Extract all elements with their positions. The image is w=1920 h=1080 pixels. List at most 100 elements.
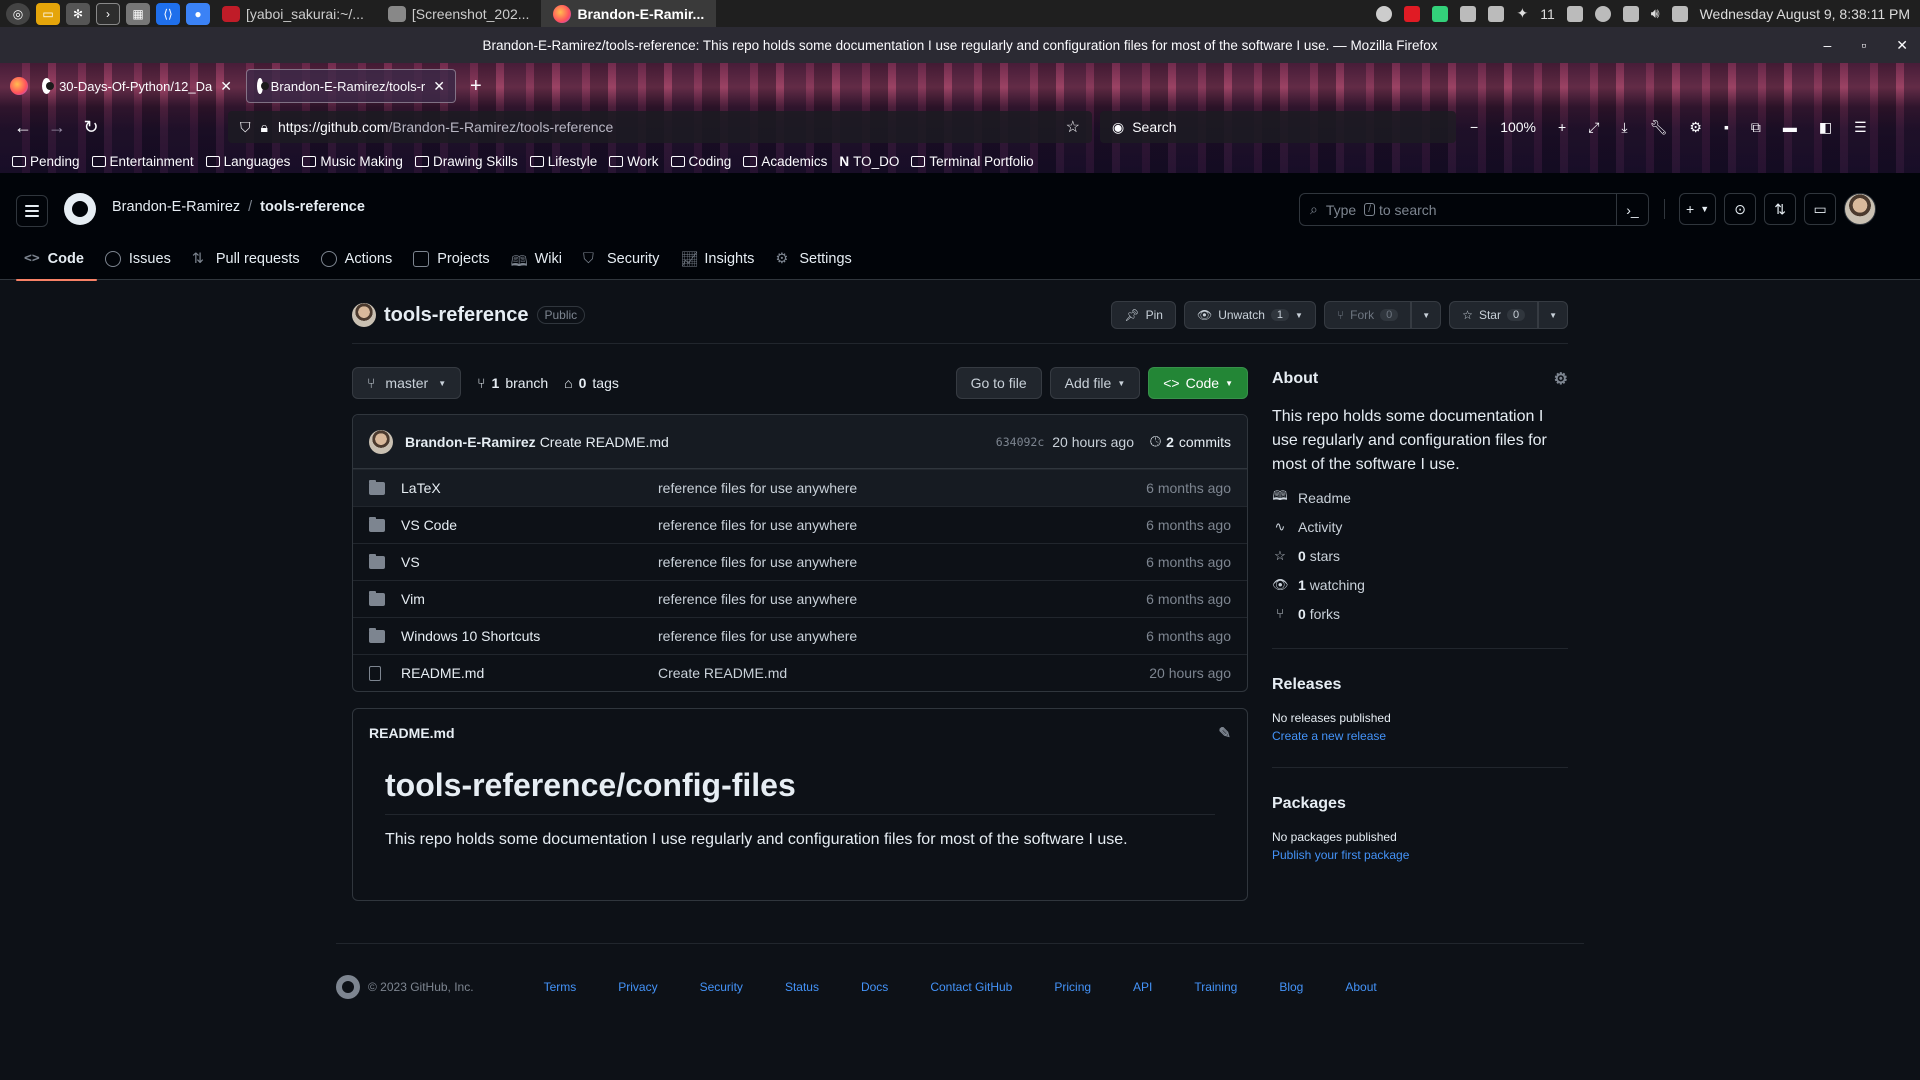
watching-link[interactable]: 👁︎ 1 watching [1272,574,1568,595]
github-logo-icon[interactable] [64,193,96,225]
file-commit-message[interactable]: reference files for use anywhere [658,628,857,644]
file-name[interactable]: Vim [401,591,658,607]
user-icon[interactable] [1594,5,1611,22]
bookmark-folder[interactable]: Terminal Portfolio [911,154,1034,169]
file-row[interactable]: VS Code reference files for use anywhere… [353,506,1247,543]
clipboard-icon[interactable] [1488,5,1505,22]
close-window-icon[interactable]: ✕ [1896,37,1908,54]
bookmark-link[interactable]: N TO_DO [839,154,899,169]
code-button[interactable]: <> Code ▼ [1148,367,1248,399]
bookmark-folder[interactable]: Drawing Skills [414,154,518,169]
bookmark-folder[interactable]: Lifestyle [529,154,597,169]
translate-icon[interactable]: ◧ [1819,119,1832,136]
file-row[interactable]: README.md Create README.md 20 hours ago [353,654,1247,691]
releases-heading[interactable]: Releases [1272,673,1568,697]
calculator-icon[interactable]: ▦ [126,2,150,25]
fullscreen-icon[interactable]: ⤢ [1588,119,1599,136]
wrench-icon[interactable]: 🔧︎ [1650,119,1668,136]
github-search-input[interactable]: ⌕ Type / to search ›_ [1299,193,1649,226]
unwatch-button[interactable]: 👁︎ Unwatch 1 ▼ [1183,301,1316,329]
file-row[interactable]: Vim reference files for use anywhere 6 m… [353,580,1247,617]
fork-dropdown-button[interactable]: ▼ [1411,301,1442,329]
lock-icon[interactable]: 🔒︎ [261,119,268,136]
repo-title[interactable]: tools-reference [384,304,529,327]
tab-wiki[interactable]: 🕮 Wiki [503,237,575,280]
file-row[interactable]: LaTeX reference files for use anywhere 6… [353,469,1247,506]
activity-link[interactable]: ∿ Activity [1272,516,1568,537]
star-button[interactable]: ☆ Star 0 [1449,301,1539,329]
vscode-icon[interactable]: ⟨⟩ [156,2,180,25]
forward-icon[interactable]: → [40,117,74,138]
close-tab-icon[interactable]: ✕ [433,78,445,95]
file-row[interactable]: VS reference files for use anywhere 6 mo… [353,543,1247,580]
messenger-icon[interactable]: ● [186,2,210,25]
commit-message[interactable]: Create README.md [540,434,669,450]
footer-link[interactable]: Blog [1279,980,1303,994]
issues-button[interactable]: ⊙ [1724,193,1757,225]
app-menu-icon[interactable]: ☰ [1854,119,1867,136]
bookmark-folder[interactable]: Languages [205,154,290,169]
tab-code[interactable]: <> Code [16,237,97,281]
battery-icon[interactable] [1671,5,1688,22]
bookmark-folder[interactable]: Work [609,154,659,169]
footer-link[interactable]: Privacy [618,980,657,994]
terminal-icon[interactable]: › [96,2,120,25]
extensions-icon[interactable]: ⧉ [1751,119,1761,136]
owner-avatar[interactable] [352,303,376,327]
shield-icon[interactable]: ⛉ [240,119,251,136]
tab-actions[interactable]: Actions [313,237,406,280]
fork-button[interactable]: ⑂ Fork 0 [1323,301,1412,329]
file-commit-message[interactable]: reference files for use anywhere [658,591,857,607]
file-commit-message[interactable]: Create README.md [658,665,787,681]
commits-history-link[interactable]: 🕓︎ 2 commits [1150,433,1231,450]
file-name[interactable]: VS [401,554,658,570]
readme-link[interactable]: 🕮 Readme [1272,487,1568,508]
back-icon[interactable]: ← [6,117,40,138]
tab-projects[interactable]: Projects [405,237,502,280]
user-avatar[interactable] [1844,193,1877,225]
tab-insights[interactable]: 📈︎ Insights [672,237,767,280]
bookmark-folder[interactable]: Music Making [302,154,403,169]
breadcrumb-repo[interactable]: tools-reference [260,199,365,215]
go-to-file-button[interactable]: Go to file [955,367,1042,399]
gear-icon[interactable]: ⚙ [1554,369,1568,389]
tab-security[interactable]: ⛉ Security [575,237,672,280]
footer-link[interactable]: Training [1194,980,1237,994]
url-bar[interactable]: ⛉ 🔒︎ https://github.com/Brandon-E-Ramire… [228,111,1092,143]
zoom-out-icon[interactable]: − [1470,119,1478,135]
tab-issues[interactable]: Issues [97,237,184,280]
commit-sha[interactable]: 634092c [996,435,1044,449]
command-palette-icon[interactable]: ›_ [1616,193,1648,226]
sync-icon[interactable] [1376,5,1393,22]
file-name[interactable]: README.md [401,665,658,681]
extension-icon[interactable]: ▪ [1724,119,1729,135]
hamburger-menu-icon[interactable] [16,195,48,227]
bookmark-folder[interactable]: Coding [670,154,731,169]
packages-heading[interactable]: Packages [1272,792,1568,816]
task-firefox[interactable]: Brandon-E-Ramir... [541,0,717,27]
minimize-icon[interactable]: – [1824,37,1832,53]
footer-link[interactable]: API [1133,980,1152,994]
file-name[interactable]: LaTeX [401,480,658,496]
clock[interactable]: Wednesday August 9, 8:38:11 PM [1700,6,1910,22]
bookmark-folder[interactable]: Academics [743,154,827,169]
pencil-icon[interactable]: ✎ [1218,724,1231,742]
menu-icon[interactable]: ◎ [6,2,30,25]
add-file-button[interactable]: Add file ▼ [1049,367,1141,399]
create-new-button[interactable]: + ▼ [1679,193,1717,225]
star-dropdown-button[interactable]: ▼ [1538,301,1568,329]
footer-link[interactable]: Security [700,980,743,994]
tags-link[interactable]: ⌂ 0 tags [564,375,619,391]
wifi-icon[interactable] [1622,5,1639,22]
footer-link[interactable]: Contact GitHub [930,980,1012,994]
branches-link[interactable]: ⑂ 1 branch [477,375,548,391]
file-row[interactable]: Windows 10 Shortcuts reference files for… [353,617,1247,654]
commit-author-avatar[interactable] [369,429,393,454]
file-name[interactable]: Windows 10 Shortcuts [401,628,658,644]
downloads-icon[interactable]: ⤓ [1621,119,1627,136]
files-icon[interactable]: ▭ [36,2,60,25]
zoom-level[interactable]: 100% [1500,119,1536,135]
close-tab-icon[interactable]: ✕ [220,78,232,95]
app-tray-icon[interactable] [1404,5,1421,22]
file-commit-message[interactable]: reference files for use anywhere [658,554,857,570]
